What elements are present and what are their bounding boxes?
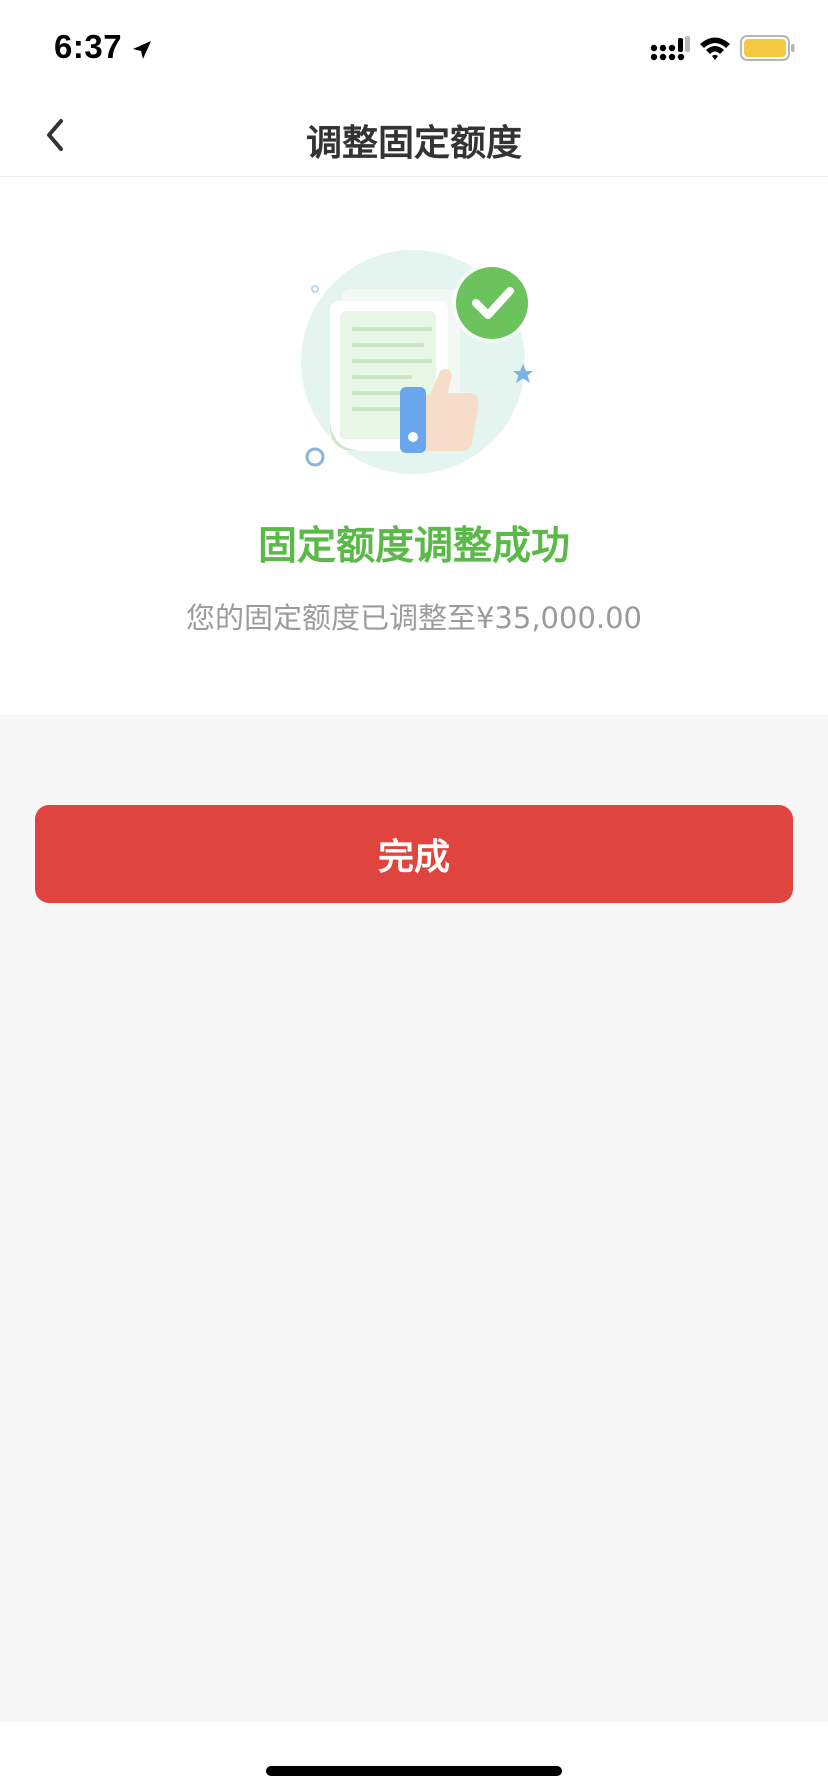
navigation-bar: 调整固定额度 <box>0 96 828 177</box>
result-card: 固定额度调整成功 您的固定额度已调整至¥35,000.00 <box>0 177 828 715</box>
result-title: 固定额度调整成功 <box>257 524 570 569</box>
document-approved-thumbs-up-icon <box>301 250 533 474</box>
signal-icon <box>650 36 690 61</box>
bottom-safe-area <box>0 1722 828 1792</box>
result-message: 您的固定额度已调整至¥35,000.00 <box>185 601 643 635</box>
wifi-icon <box>700 37 730 60</box>
status-time: 6:37 <box>54 28 123 65</box>
page-title: 调整固定额度 <box>305 123 522 164</box>
battery-icon <box>740 35 795 61</box>
home-indicator[interactable] <box>266 1766 562 1776</box>
location-arrow-icon <box>133 41 151 59</box>
done-button[interactable]: 完成 <box>35 805 793 903</box>
status-bar: 6:37 <box>0 0 828 96</box>
